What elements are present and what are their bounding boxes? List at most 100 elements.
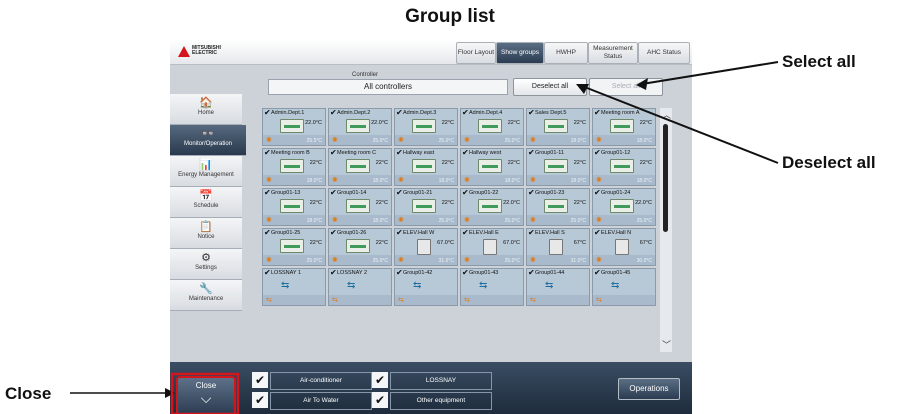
group-grid: ✔ Admin.Dept.1 22.0°C ✺ 25.5°C ✔ Admin.Dept.2 2… bbox=[262, 108, 656, 350]
operations-button[interactable]: Operations bbox=[618, 378, 680, 400]
checkmark-icon[interactable]: ✔ bbox=[462, 189, 469, 197]
checkmark-icon[interactable]: ✔ bbox=[264, 269, 271, 277]
set-temperature: 22°C bbox=[573, 120, 586, 126]
checkmark-icon[interactable]: ✔ bbox=[396, 189, 403, 197]
checkmark-icon[interactable]: ✔ bbox=[264, 149, 271, 157]
room-temperature: 25.0°C bbox=[504, 218, 520, 224]
checkmark-icon[interactable]: ✔ bbox=[462, 229, 469, 237]
checkmark-icon[interactable]: ✔ bbox=[264, 189, 271, 197]
checkmark-icon[interactable]: ✔ bbox=[528, 229, 535, 237]
group-tile[interactable]: ✔ Group01-13 22°C ✺ 18.0°C bbox=[262, 188, 326, 226]
checkmark-icon[interactable]: ✔ bbox=[396, 149, 403, 157]
vertical-scrollbar[interactable]: ︿ ﹀ bbox=[660, 108, 672, 352]
room-temperature: 18.0°C bbox=[306, 218, 322, 224]
checkmark-icon[interactable]: ✔ bbox=[396, 109, 403, 117]
sidebar-item-schedule[interactable]: 📅 Schedule bbox=[170, 187, 242, 218]
tab-ahc-status[interactable]: AHC Status bbox=[638, 42, 690, 64]
group-tile[interactable]: ✔ LOSSNAY 2 ⇆ ⇆ bbox=[328, 268, 392, 306]
checkmark-icon[interactable]: ✔ bbox=[594, 109, 601, 117]
checkmark-icon[interactable]: ✔ bbox=[594, 269, 601, 277]
group-tile[interactable]: ✔ Group01-45 ⇆ ⇆ bbox=[592, 268, 656, 306]
checkmark-icon[interactable]: ✔ bbox=[264, 229, 271, 237]
group-name: Group01-12 bbox=[601, 150, 631, 156]
group-tile[interactable]: ✔ LOSSNAY 1 ⇆ ⇆ bbox=[262, 268, 326, 306]
sidebar-item-monitor-operation[interactable]: 👓 Monitor/Operation bbox=[170, 125, 246, 156]
group-tile[interactable]: ✔ Admin.Dept.1 22.0°C ✺ 25.5°C bbox=[262, 108, 326, 146]
group-tile[interactable]: ✔ Group01-12 22°C ✺ 18.0°C bbox=[592, 148, 656, 186]
checkmark-icon[interactable]: ✔ bbox=[594, 189, 601, 197]
group-name: Group01-22 bbox=[469, 190, 499, 196]
checkmark-icon[interactable]: ✔ bbox=[528, 189, 535, 197]
group-tile[interactable]: ✔ Group01-42 ⇆ ⇆ bbox=[394, 268, 458, 306]
checkbox-icon[interactable]: ✔ bbox=[372, 372, 388, 388]
group-tile[interactable]: ✔ Group01-43 ⇆ ⇆ bbox=[460, 268, 524, 306]
room-temperature: 25.0°C bbox=[372, 258, 388, 264]
group-tile[interactable]: ✔ Group01-25 22°C ✺ 25.0°C bbox=[262, 228, 326, 266]
group-tile[interactable]: ✔ Hallway west 22°C ✺ 18.0°C bbox=[460, 148, 524, 186]
group-tile[interactable]: ✔ Admin.Dept.4 22°C ✺ 25.0°C bbox=[460, 108, 524, 146]
tile-status-strip bbox=[527, 295, 589, 305]
checkmark-icon[interactable]: ✔ bbox=[330, 149, 337, 157]
air-conditioner-icon bbox=[610, 119, 634, 133]
chevron-down-icon[interactable]: ﹀ bbox=[662, 338, 671, 351]
group-tile[interactable]: ✔ Meeting room B 22°C ✺ 18.0°C bbox=[262, 148, 326, 186]
sidebar-item-home[interactable]: 🏠 Home bbox=[170, 94, 242, 125]
scroll-thumb[interactable] bbox=[663, 124, 668, 232]
group-tile[interactable]: ✔ Group01-24 22.0°C ✺ 25.0°C bbox=[592, 188, 656, 226]
group-tile[interactable]: ✔ Admin.Dept.2 22.0°C ✺ 25.0°C bbox=[328, 108, 392, 146]
group-tile[interactable]: ✔ Meeting room C 22°C ✺ 18.0°C bbox=[328, 148, 392, 186]
chevron-up-icon[interactable]: ︿ bbox=[662, 108, 671, 121]
room-temperature: 18.0°C bbox=[570, 138, 586, 144]
checkbox-icon[interactable]: ✔ bbox=[252, 372, 268, 388]
close-button[interactable]: Close ⌵ bbox=[176, 376, 236, 414]
checkbox-icon[interactable]: ✔ bbox=[252, 392, 268, 408]
sidebar-item-label: Notice bbox=[197, 234, 215, 240]
group-tile[interactable]: ✔ Admin.Dept.3 22°C ✺ 25.0°C bbox=[394, 108, 458, 146]
group-tile[interactable]: ✔ Group01-14 22°C ✺ 18.0°C bbox=[328, 188, 392, 226]
tab-show-groups[interactable]: Show groups bbox=[496, 42, 544, 64]
sidebar-item-notice[interactable]: 📋 Notice bbox=[170, 218, 242, 249]
select-all-button[interactable]: Select all bbox=[589, 78, 663, 96]
group-tile[interactable]: ✔ ELEV.Hall E 67.0°C ✺ 25.0°C bbox=[460, 228, 524, 266]
checkmark-icon[interactable]: ✔ bbox=[330, 109, 337, 117]
checkmark-icon[interactable]: ✔ bbox=[396, 269, 403, 277]
checkmark-icon[interactable]: ✔ bbox=[330, 269, 337, 277]
checkmark-icon[interactable]: ✔ bbox=[528, 149, 535, 157]
sidebar-item-settings[interactable]: ⚙ Settings bbox=[170, 249, 242, 280]
group-tile[interactable]: ✔ Group01-23 22°C ✺ 25.0°C bbox=[526, 188, 590, 226]
checkmark-icon[interactable]: ✔ bbox=[330, 229, 337, 237]
document-title: Group list bbox=[405, 6, 495, 27]
checkmark-icon[interactable]: ✔ bbox=[264, 109, 271, 117]
tab-floor-layout[interactable]: Floor Layout bbox=[456, 42, 496, 64]
checkmark-icon[interactable]: ✔ bbox=[528, 269, 535, 277]
mode-icon: ✺ bbox=[596, 177, 602, 184]
group-tile[interactable]: ✔ Group01-21 22°C ✺ 25.0°C bbox=[394, 188, 458, 226]
checkmark-icon[interactable]: ✔ bbox=[330, 189, 337, 197]
checkmark-icon[interactable]: ✔ bbox=[462, 269, 469, 277]
group-tile[interactable]: ✔ Group01-22 22.0°C ✺ 25.0°C bbox=[460, 188, 524, 226]
tab-hwhp[interactable]: HWHP bbox=[544, 42, 588, 64]
group-tile[interactable]: ✔ ELEV.Hall N 67°C ✺ 30.0°C bbox=[592, 228, 656, 266]
group-tile[interactable]: ✔ Hallway east 22°C ✺ 18.0°C bbox=[394, 148, 458, 186]
group-tile[interactable]: ✔ Sales Dept.5 22°C ✺ 18.0°C bbox=[526, 108, 590, 146]
checkmark-icon[interactable]: ✔ bbox=[594, 149, 601, 157]
group-tile[interactable]: ✔ ELEV.Hall W 67.0°C ✺ 31.5°C bbox=[394, 228, 458, 266]
group-tile[interactable]: ✔ ELEV.Hall S 67°C ✺ 31.0°C bbox=[526, 228, 590, 266]
group-tile[interactable]: ✔ Group01-26 22°C ✺ 25.0°C bbox=[328, 228, 392, 266]
checkmark-icon[interactable]: ✔ bbox=[462, 149, 469, 157]
checkbox-icon[interactable]: ✔ bbox=[372, 392, 388, 408]
controller-select[interactable]: All controllers bbox=[268, 79, 508, 95]
checkmark-icon[interactable]: ✔ bbox=[594, 229, 601, 237]
group-tile[interactable]: ✔ Group01-11 22°C ✺ 18.0°C bbox=[526, 148, 590, 186]
checkmark-icon[interactable]: ✔ bbox=[528, 109, 535, 117]
sidebar-item-energy-management[interactable]: 📊 Energy Management bbox=[170, 156, 242, 187]
group-name: Group01-25 bbox=[271, 230, 301, 236]
deselect-all-button[interactable]: Deselect all bbox=[513, 78, 587, 96]
tab-measurement-status[interactable]: Measurement Status bbox=[588, 42, 638, 64]
room-temperature: 25.0°C bbox=[504, 138, 520, 144]
group-tile[interactable]: ✔ Meeting room A 22°C ✺ 18.0°C bbox=[592, 108, 656, 146]
checkmark-icon[interactable]: ✔ bbox=[462, 109, 469, 117]
group-tile[interactable]: ✔ Group01-44 ⇆ ⇆ bbox=[526, 268, 590, 306]
sidebar-item-maintenance[interactable]: 🔧 Maintenance bbox=[170, 280, 242, 311]
checkmark-icon[interactable]: ✔ bbox=[396, 229, 403, 237]
